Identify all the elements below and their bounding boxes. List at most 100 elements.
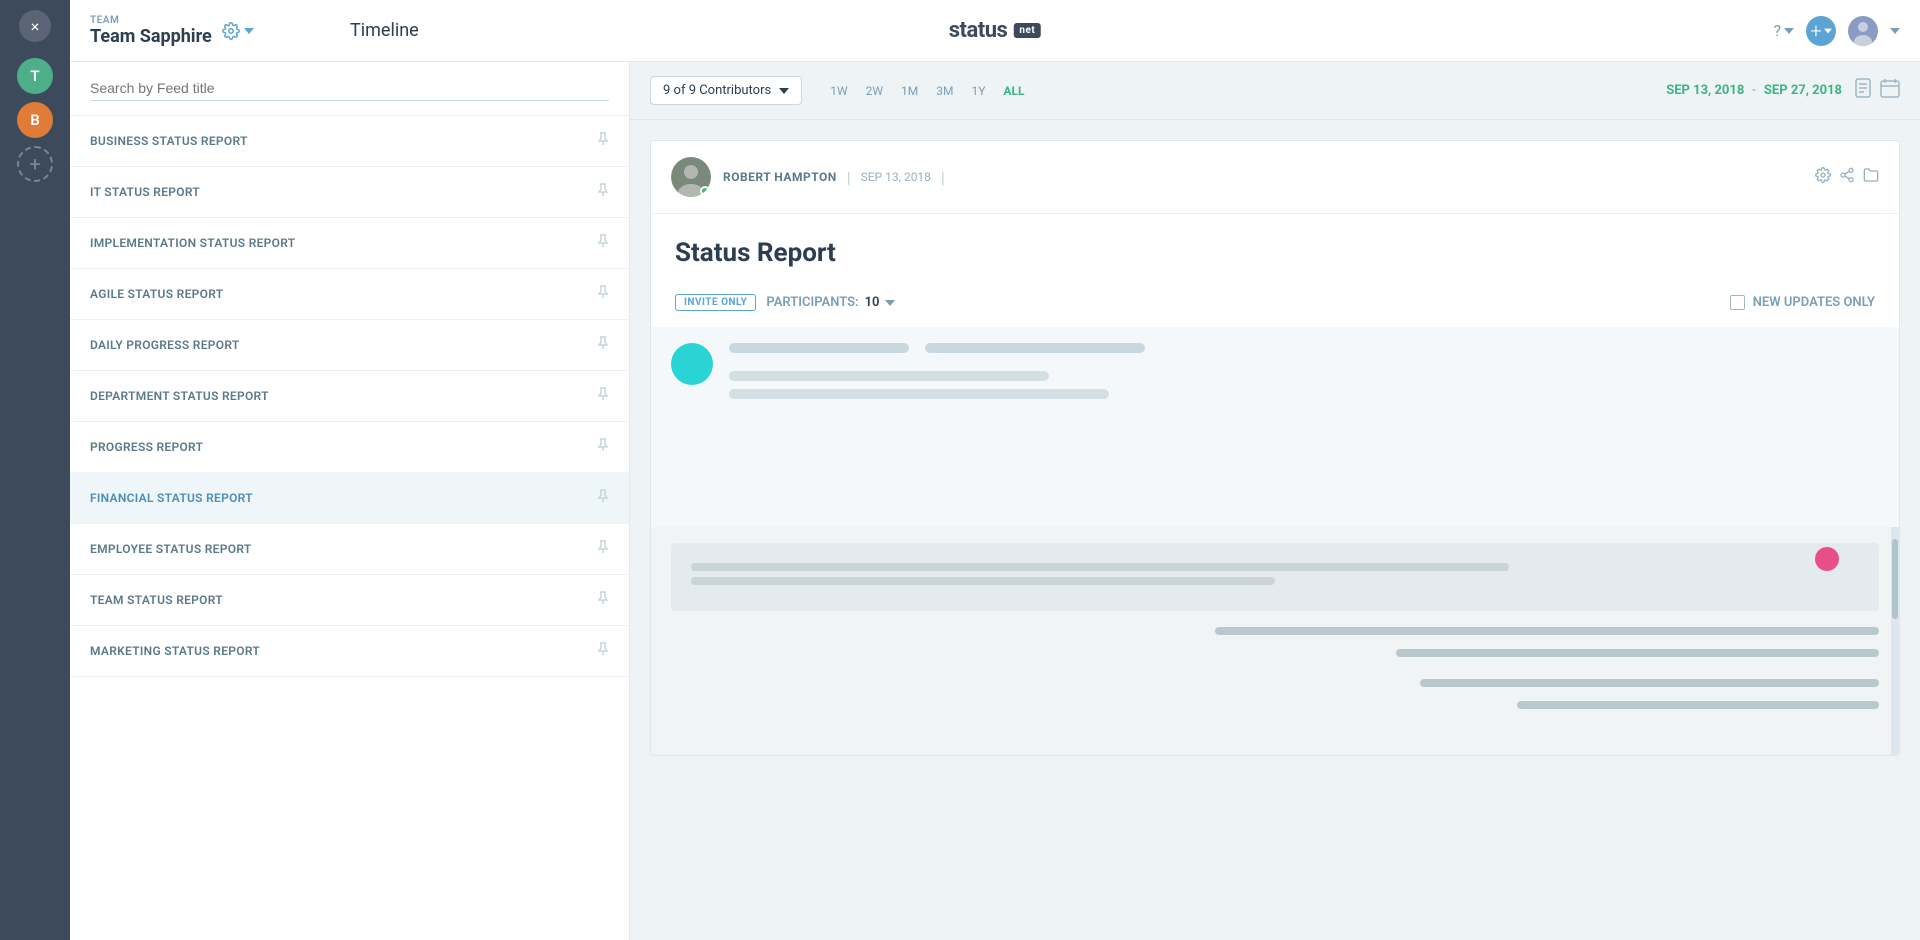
team-label: TEAM Team Sapphire [90, 15, 212, 47]
placeholder-lines-1 [729, 343, 1879, 407]
header-right: ? + [1773, 16, 1900, 46]
icon-bar: × T B + [0, 0, 70, 940]
pin-icon[interactable] [597, 132, 609, 150]
toolbar-icons [1854, 78, 1900, 103]
report-author-avatar [671, 157, 711, 197]
team-avatar-t[interactable]: T [17, 58, 53, 94]
settings-button[interactable] [222, 22, 254, 40]
pin-icon[interactable] [597, 438, 609, 456]
feed-title: MARKETING STATUS REPORT [90, 644, 260, 658]
timeline-content: ROBERT HAMPTON | SEP 13, 2018 | [630, 120, 1920, 940]
report-author-name: ROBERT HAMPTON [723, 170, 837, 184]
settings-report-icon[interactable] [1815, 167, 1831, 187]
new-updates-toggle[interactable]: NEW UPDATES ONLY [1730, 295, 1875, 310]
participants-bar: INVITE ONLY PARTICIPANTS: 10 NEW UPDATES… [651, 284, 1899, 327]
pin-icon[interactable] [597, 183, 609, 201]
date-start[interactable]: SEP 13, 2018 [1666, 83, 1744, 98]
report-date: SEP 13, 2018 [861, 170, 931, 184]
time-filter-1w[interactable]: 1W [824, 80, 853, 102]
date-separator: - [1752, 83, 1756, 98]
user-avatar[interactable] [1848, 16, 1878, 46]
calendar-icon[interactable] [1880, 78, 1900, 103]
pin-icon[interactable] [597, 387, 609, 405]
search-input[interactable] [90, 76, 609, 101]
team-name-label: Team Sapphire [90, 26, 212, 47]
report-body-lower [651, 527, 1899, 755]
online-status-dot [700, 186, 710, 196]
search-bar [70, 62, 629, 116]
feed-title: DAILY PROGRESS REPORT [90, 338, 240, 352]
share-report-icon[interactable] [1839, 167, 1855, 187]
team-super-label: TEAM [90, 15, 212, 26]
report-body [651, 327, 1899, 527]
time-filter-all[interactable]: ALL [997, 80, 1030, 102]
create-button[interactable]: + [1806, 16, 1836, 46]
timeline-toolbar: 9 of 9 Contributors 1W 2W 1M 3M 1Y ALL SEP 13… [630, 62, 1920, 120]
report-action-icons [1815, 167, 1879, 187]
pin-icon[interactable] [597, 285, 609, 303]
pink-dot-indicator [1815, 547, 1839, 571]
feed-item[interactable]: DAILY PROGRESS REPORT [70, 320, 629, 371]
folder-report-icon[interactable] [1863, 167, 1879, 187]
report-card: ROBERT HAMPTON | SEP 13, 2018 | [650, 140, 1900, 756]
feed-title: AGILE STATUS REPORT [90, 287, 223, 301]
report-header: ROBERT HAMPTON | SEP 13, 2018 | [651, 141, 1899, 214]
add-team-button[interactable]: + [17, 146, 53, 182]
feed-title: TEAM STATUS REPORT [90, 593, 223, 607]
report-title-section: Status Report [651, 214, 1899, 284]
report-meta: ROBERT HAMPTON | SEP 13, 2018 | [723, 168, 1803, 187]
feed-item[interactable]: IT STATUS REPORT [70, 167, 629, 218]
page-icon[interactable] [1854, 78, 1872, 103]
timeline-heading: Timeline [350, 20, 419, 41]
time-filter-2w[interactable]: 2W [860, 80, 889, 102]
pin-icon[interactable] [597, 234, 609, 252]
pin-icon[interactable] [597, 336, 609, 354]
time-filter-1m[interactable]: 1M [895, 80, 924, 102]
feed-title: DEPARTMENT STATUS REPORT [90, 389, 269, 403]
time-filter-1y[interactable]: 1Y [965, 80, 991, 102]
scrollbar-thumb[interactable] [1892, 539, 1898, 619]
feed-item[interactable]: BUSINESS STATUS REPORT [70, 116, 629, 167]
feed-item[interactable]: AGILE STATUS REPORT [70, 269, 629, 320]
close-button[interactable]: × [19, 10, 51, 42]
team-avatar-b[interactable]: B [17, 102, 53, 138]
contributors-select[interactable]: 9 of 9 Contributors [650, 76, 802, 105]
time-filters: 1W 2W 1M 3M 1Y ALL [824, 80, 1030, 102]
scrollbar-track [1891, 527, 1899, 755]
time-filter-3m[interactable]: 3M [930, 80, 959, 102]
feed-sidebar: BUSINESS STATUS REPORT IT STATUS REPORT … [70, 62, 630, 940]
lower-placeholder [671, 543, 1879, 611]
feed-title: FINANCIAL STATUS REPORT [90, 491, 253, 505]
participants-selector[interactable]: PARTICIPANTS: 10 [766, 295, 895, 310]
feed-list: BUSINESS STATUS REPORT IT STATUS REPORT … [70, 116, 629, 677]
report-title: Status Report [675, 238, 1875, 268]
main-panel: 9 of 9 Contributors 1W 2W 1M 3M 1Y ALL SEP 13… [630, 62, 1920, 940]
feed-title: EMPLOYEE STATUS REPORT [90, 542, 252, 556]
date-range: SEP 13, 2018 - SEP 27, 2018 [1666, 83, 1842, 98]
pin-icon[interactable] [597, 540, 609, 558]
invite-badge: INVITE ONLY [675, 294, 756, 311]
feed-item[interactable]: TEAM STATUS REPORT [70, 575, 629, 626]
feed-item[interactable]: IMPLEMENTATION STATUS REPORT [70, 218, 629, 269]
pin-icon[interactable] [597, 489, 609, 507]
brand-logo: status net [949, 18, 1041, 43]
feed-title: PROGRESS REPORT [90, 440, 203, 454]
pin-icon[interactable] [597, 591, 609, 609]
feed-item[interactable]: MARKETING STATUS REPORT [70, 626, 629, 677]
top-header: TEAM Team Sapphire Timeline status net ? [70, 0, 1920, 62]
feed-item[interactable]: EMPLOYEE STATUS REPORT [70, 524, 629, 575]
feed-item[interactable]: FINANCIAL STATUS REPORT [70, 473, 629, 524]
feed-title: BUSINESS STATUS REPORT [90, 134, 248, 148]
feed-title: IT STATUS REPORT [90, 185, 200, 199]
feed-item[interactable]: PROGRESS REPORT [70, 422, 629, 473]
main-area: TEAM Team Sapphire Timeline status net ? [70, 0, 1920, 940]
right-placeholder-lines [671, 627, 1879, 725]
content-avatar-teal [671, 343, 713, 385]
feed-title: IMPLEMENTATION STATUS REPORT [90, 236, 295, 250]
pin-icon[interactable] [597, 642, 609, 660]
new-updates-checkbox[interactable] [1730, 295, 1745, 310]
feed-item[interactable]: DEPARTMENT STATUS REPORT [70, 371, 629, 422]
help-button[interactable]: ? [1773, 21, 1794, 40]
content-area: BUSINESS STATUS REPORT IT STATUS REPORT … [70, 62, 1920, 940]
date-end[interactable]: SEP 27, 2018 [1764, 83, 1842, 98]
